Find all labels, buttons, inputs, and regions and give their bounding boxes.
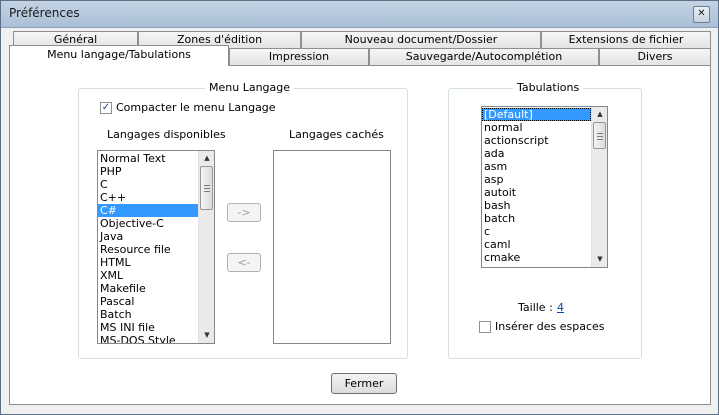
list-item[interactable]: bash: [482, 199, 591, 212]
tabulations-list[interactable]: [Default] normal actionscript ada asm as…: [481, 106, 608, 268]
list-item[interactable]: autoit: [482, 186, 591, 199]
compact-label: Compacter le menu Langage: [116, 101, 276, 114]
list-item[interactable]: actionscript: [482, 134, 591, 147]
list-item[interactable]: Makefile: [98, 282, 198, 295]
list-item[interactable]: normal: [482, 121, 591, 134]
available-languages-list[interactable]: Normal Text PHP C C++ C# Objective-C Jav…: [97, 150, 215, 344]
list-item[interactable]: MS INI file: [98, 321, 198, 334]
check-icon: ✓: [101, 102, 111, 113]
move-left-button[interactable]: <-: [227, 253, 261, 272]
list-item[interactable]: Resource file: [98, 243, 198, 256]
list-item[interactable]: Batch: [98, 308, 198, 321]
list-item-selected[interactable]: C#: [98, 204, 198, 217]
insert-spaces-checkbox[interactable]: [479, 321, 491, 333]
tab-nouveau-document[interactable]: Nouveau document/Dossier: [301, 31, 541, 48]
list-item[interactable]: ada: [482, 147, 591, 160]
grip-line: [204, 185, 210, 186]
close-button[interactable]: Fermer: [331, 373, 397, 394]
scroll-up-icon[interactable]: ▲: [199, 151, 214, 166]
grip-line: [204, 191, 210, 192]
tab-sauvegarde[interactable]: Sauvegarde/Autocomplétion: [369, 48, 599, 65]
list-item[interactable]: C++: [98, 191, 198, 204]
list-item[interactable]: c: [482, 225, 591, 238]
available-items: Normal Text PHP C C++ C# Objective-C Jav…: [98, 152, 198, 343]
grip-line: [597, 133, 603, 134]
list-item[interactable]: cmake: [482, 251, 591, 264]
tab-impression[interactable]: Impression: [229, 48, 369, 65]
size-label: Taille :: [518, 301, 553, 314]
preferences-window: Préférences ✕ Général Zones d'édition No…: [0, 0, 719, 415]
hidden-languages-list[interactable]: [273, 150, 391, 344]
tab-row-front: Menu langage/Tabulations Impression Sauv…: [9, 45, 711, 66]
list-item-selected[interactable]: [Default]: [482, 108, 591, 121]
tabulations-scrollbar[interactable]: ▲ ▼: [591, 107, 607, 267]
list-item[interactable]: XML: [98, 269, 198, 282]
scroll-down-icon[interactable]: ▼: [199, 328, 214, 343]
list-item[interactable]: asp: [482, 173, 591, 186]
available-languages-title: Langages disponibles: [107, 128, 226, 141]
scroll-down-icon[interactable]: ▼: [592, 252, 607, 267]
available-scrollbar[interactable]: ▲ ▼: [198, 151, 214, 343]
tab-panel: Menu Langage ✓ Compacter le menu Langage…: [9, 65, 711, 405]
menu-langage-group: Menu Langage ✓ Compacter le menu Langage…: [78, 81, 408, 359]
tabulations-title: Tabulations: [513, 81, 584, 94]
list-item[interactable]: Objective-C: [98, 217, 198, 230]
tab-extensions-fichier[interactable]: Extensions de fichier: [541, 31, 711, 48]
grip-line: [597, 139, 603, 140]
hidden-languages-title: Langages cachés: [289, 128, 384, 141]
list-item[interactable]: asm: [482, 160, 591, 173]
list-item[interactable]: HTML: [98, 256, 198, 269]
list-item[interactable]: PHP: [98, 165, 198, 178]
list-item[interactable]: caml: [482, 238, 591, 251]
tabulations-group: Tabulations [Default] normal actionscrip…: [448, 81, 642, 359]
window-title: Préférences: [9, 6, 80, 20]
compact-checkbox[interactable]: ✓: [100, 102, 112, 114]
scroll-thumb[interactable]: [593, 122, 606, 149]
list-item[interactable]: Java: [98, 230, 198, 243]
tab-menu-langage[interactable]: Menu langage/Tabulations: [9, 45, 229, 66]
size-value-link[interactable]: 4: [557, 301, 564, 314]
menu-langage-title: Menu Langage: [205, 81, 295, 94]
close-icon[interactable]: ✕: [693, 6, 710, 23]
insert-spaces-label: Insérer des espaces: [495, 320, 605, 333]
grip-line: [204, 188, 210, 189]
title-bar[interactable]: Préférences ✕: [1, 1, 718, 28]
tab-divers[interactable]: Divers: [599, 48, 711, 65]
list-item[interactable]: MS-DOS Style: [98, 334, 198, 343]
tabulation-items: [Default] normal actionscript ada asm as…: [482, 108, 591, 264]
move-right-button[interactable]: ->: [227, 203, 261, 222]
list-item[interactable]: batch: [482, 212, 591, 225]
list-item[interactable]: Pascal: [98, 295, 198, 308]
list-item[interactable]: C: [98, 178, 198, 191]
list-item[interactable]: Normal Text: [98, 152, 198, 165]
scroll-thumb[interactable]: [200, 166, 213, 210]
scroll-up-icon[interactable]: ▲: [592, 107, 607, 122]
grip-line: [597, 136, 603, 137]
